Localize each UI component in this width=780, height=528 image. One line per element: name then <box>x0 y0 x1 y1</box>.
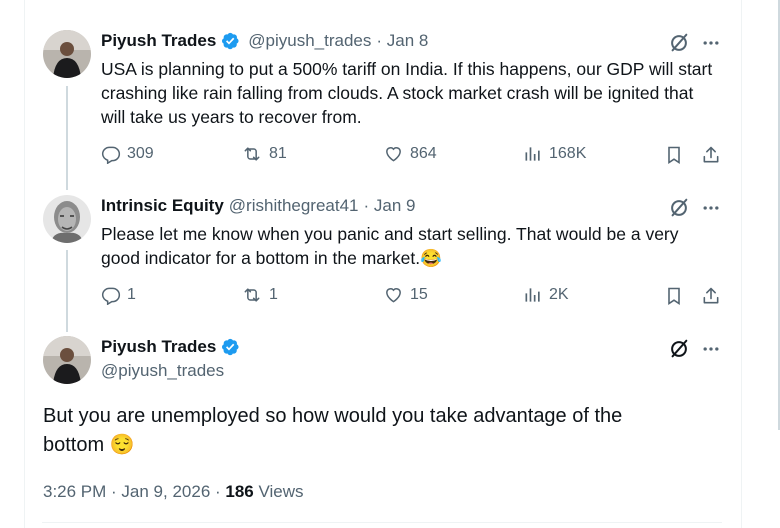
repost-count: 1 <box>269 286 278 303</box>
display-name[interactable]: Piyush Trades <box>101 337 216 357</box>
views-count: 2K <box>549 286 569 303</box>
views-button[interactable]: 168K <box>523 144 586 164</box>
reply-count: 1 <box>127 286 136 303</box>
heart-icon <box>386 288 401 303</box>
repost-icon <box>244 288 260 302</box>
avatar[interactable] <box>43 195 91 243</box>
like-count: 15 <box>410 286 428 303</box>
bookmark-icon[interactable] <box>663 144 685 166</box>
more-options-icon[interactable] <box>699 337 723 361</box>
views-number: 186 <box>225 482 254 501</box>
reply-count: 309 <box>127 145 154 162</box>
analytics-icon <box>525 288 540 302</box>
grok-icon[interactable] <box>667 337 691 361</box>
tweet-header: Piyush Trades <box>101 337 240 357</box>
verified-badge-icon[interactable] <box>220 337 240 357</box>
reply-icon <box>101 287 121 305</box>
display-name[interactable]: Intrinsic Equity <box>101 196 224 216</box>
like-button[interactable]: 15 <box>383 285 428 305</box>
more-options-icon[interactable] <box>699 196 723 220</box>
tweet-text: But you are unemployed so how would you … <box>43 405 623 456</box>
views-count: 168K <box>549 145 587 162</box>
repost-icon <box>244 147 260 161</box>
thread-connector-line <box>66 86 68 190</box>
share-icon[interactable] <box>700 285 722 307</box>
like-button[interactable]: 864 <box>383 144 437 164</box>
user-handle[interactable]: @piyush_trades <box>101 361 224 381</box>
avatar[interactable] <box>43 30 91 78</box>
share-icon[interactable] <box>700 144 722 166</box>
views-label: Views <box>258 482 304 501</box>
grok-icon[interactable] <box>667 196 691 220</box>
thread-connector-line <box>66 250 68 332</box>
user-handle[interactable]: @piyush_trades <box>248 31 371 51</box>
reply-icon <box>101 146 121 164</box>
tweet-text: Please let me know when you panic and st… <box>101 224 679 268</box>
grok-icon[interactable] <box>667 31 691 55</box>
reply-button[interactable]: 1 <box>101 285 136 305</box>
user-handle[interactable]: @rishithegreat41 <box>229 196 359 216</box>
views-button[interactable]: 2K <box>523 285 569 305</box>
repost-button[interactable]: 81 <box>241 144 287 164</box>
tweet-date[interactable]: · Jan 9 <box>364 196 416 216</box>
avatar[interactable] <box>43 336 91 384</box>
bookmark-icon[interactable] <box>663 285 685 307</box>
tweet-timestamp[interactable]: 3:26 PM · Jan 9, 2026 · <box>43 482 221 501</box>
like-count: 864 <box>410 145 437 162</box>
more-options-icon[interactable] <box>699 31 723 55</box>
tweet-date[interactable]: · Jan 8 <box>376 31 428 51</box>
repost-button[interactable]: 1 <box>241 285 278 305</box>
repost-count: 81 <box>269 145 287 162</box>
verified-badge-icon[interactable] <box>220 31 240 51</box>
tweet-header: Piyush Trades @piyush_trades · Jan 8 <box>101 31 428 51</box>
tweet-meta: 3:26 PM · Jan 9, 2026 · 186 Views <box>43 482 304 502</box>
reply-button[interactable]: 309 <box>101 144 154 164</box>
tweet-header: Intrinsic Equity @rishithegreat41 · Jan … <box>101 196 416 216</box>
tweet-text: USA is planning to put a 500% tariff on … <box>101 59 713 127</box>
divider <box>42 522 722 523</box>
analytics-icon <box>525 147 540 161</box>
user-handle-row: @piyush_trades <box>101 361 224 381</box>
heart-icon <box>386 147 401 162</box>
display-name[interactable]: Piyush Trades <box>101 31 216 51</box>
